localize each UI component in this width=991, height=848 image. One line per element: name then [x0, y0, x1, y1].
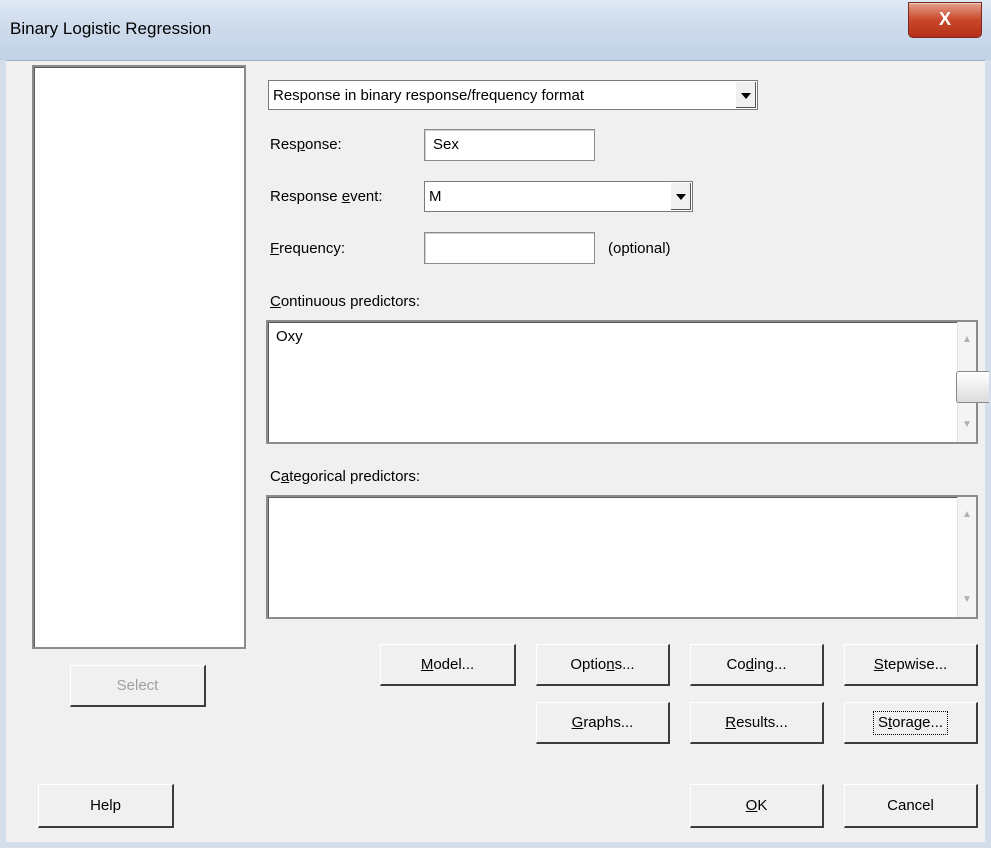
close-icon: X [938, 9, 951, 29]
response-event-value: M [429, 188, 442, 205]
model-button[interactable]: Model... [380, 644, 516, 686]
stepwise-button[interactable]: Stepwise... [844, 644, 978, 686]
scroll-up-icon[interactable]: ▲ [962, 509, 972, 520]
format-dropdown[interactable]: Response in binary response/frequency fo… [268, 80, 758, 110]
options-button[interactable]: Options... [536, 644, 670, 686]
graphs-button[interactable]: Graphs... [536, 702, 670, 744]
response-value: Sex [433, 136, 459, 153]
cancel-button-label: Cancel [887, 797, 934, 814]
variable-list[interactable] [32, 65, 246, 649]
continuous-predictors-value: Oxy [276, 328, 303, 345]
window-frame-left [0, 60, 6, 848]
chevron-down-icon[interactable] [735, 82, 756, 108]
coding-button[interactable]: Coding... [690, 644, 824, 686]
expand-tab[interactable] [956, 371, 989, 403]
window-frame-right [985, 60, 991, 848]
results-button[interactable]: Results... [690, 702, 824, 744]
format-dropdown-value: Response in binary response/frequency fo… [273, 87, 585, 104]
select-button-label: Select [116, 677, 159, 694]
categorical-predictors-label: Categorical predictors: [270, 468, 421, 485]
response-event-dropdown[interactable]: M [424, 181, 693, 212]
scroll-down-icon[interactable]: ▼ [962, 594, 972, 605]
close-button[interactable]: X [908, 2, 982, 38]
frequency-optional-hint: (optional) [608, 240, 671, 257]
chevron-down-icon[interactable] [670, 183, 691, 210]
results-button-label: Results... [725, 714, 788, 731]
response-event-label: Response event: [270, 188, 383, 205]
categorical-scrollbar[interactable]: ▲ ▼ [957, 497, 976, 617]
scroll-down-icon[interactable]: ▼ [962, 419, 972, 430]
response-label: Response: [270, 136, 342, 153]
ok-button-label: OK [745, 797, 768, 814]
window-title: Binary Logistic Regression [10, 19, 212, 38]
title-bar: Binary Logistic Regression X [0, 0, 991, 61]
frequency-field[interactable] [424, 232, 595, 264]
coding-button-label: Coding... [726, 656, 787, 673]
scroll-up-icon[interactable]: ▲ [962, 334, 972, 345]
model-button-label: Model... [420, 656, 475, 673]
storage-button-label: Storage... [872, 711, 949, 735]
select-button[interactable]: Select [70, 665, 206, 707]
cancel-button[interactable]: Cancel [844, 784, 978, 828]
ok-button[interactable]: OK [690, 784, 824, 828]
storage-button[interactable]: Storage... [844, 702, 978, 744]
window-frame-bottom [0, 842, 991, 848]
options-button-label: Options... [570, 656, 635, 673]
continuous-predictors-box[interactable]: Oxy ▲ ▼ [266, 320, 978, 444]
help-button-label: Help [90, 797, 121, 814]
categorical-predictors-box[interactable]: ▲ ▼ [266, 495, 978, 619]
frequency-label: Frequency: [270, 240, 346, 257]
stepwise-button-label: Stepwise... [873, 656, 948, 673]
response-field[interactable]: Sex [424, 129, 595, 161]
help-button[interactable]: Help [38, 784, 174, 828]
continuous-predictors-label: Continuous predictors: [270, 293, 421, 310]
graphs-button-label: Graphs... [571, 714, 634, 731]
